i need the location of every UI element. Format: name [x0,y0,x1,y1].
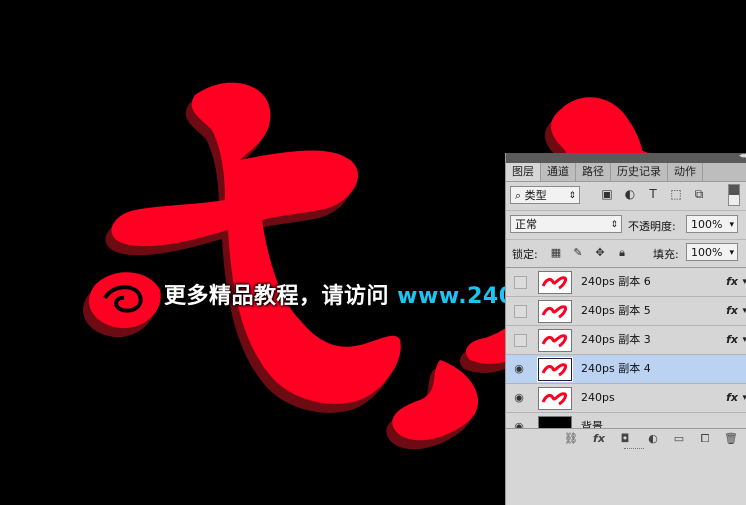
shape-filter-icon[interactable]: ⬚ [669,187,683,201]
eye-icon[interactable]: ◉ [511,390,527,406]
expand-arrow-icon[interactable]: ▾ [742,326,746,354]
resize-grip[interactable] [624,448,644,451]
blend-mode-select[interactable]: 正常 ⇕ [510,215,622,233]
panel-title-bar[interactable]: ◂◂ [506,151,746,163]
layer-row-selected[interactable]: ◉ 240ps 副本 4 [506,355,746,384]
layer-thumbnail[interactable] [538,387,572,410]
smart-object-filter-icon[interactable]: ⧉ [692,187,706,201]
layer-thumbnail[interactable] [538,329,572,352]
visibility-toggle[interactable] [514,305,527,318]
fill-label: 填充: [653,248,679,261]
new-layer-icon[interactable]: ⧠ [698,432,712,446]
opacity-field[interactable]: 100% ▾ [686,215,738,233]
toggle-knob [729,185,739,195]
lock-all-icon[interactable]: 🔒︎ [616,247,628,259]
layer-thumbnail[interactable] [538,271,572,294]
expand-arrow-icon[interactable]: ▾ [742,268,746,296]
fx-icon[interactable]: fx [726,268,738,296]
search-icon: ⌕ [515,189,522,202]
lock-transparent-icon[interactable]: ▦ [550,247,562,259]
panel-tabs: 图层 通道 路径 历史记录 动作 [506,163,746,182]
layers-panel: ◂◂ 图层 通道 路径 历史记录 动作 ⌕ 类型 ⇕ ▣ ◐ T ⬚ ⧉ 正常 … [505,151,746,505]
layer-row[interactable]: 240ps 副本 3 fx ▾ [506,326,746,355]
layers-list: 240ps 副本 6 fx ▾ 240ps 副本 5 fx ▾ 240ps 副本… [506,267,746,428]
lock-position-icon[interactable]: ✥ [594,247,606,259]
expand-arrow-icon[interactable]: ▾ [742,384,746,412]
opacity-label: 不透明度: [628,220,676,233]
watermark-prefix: 更多精品教程，请访问 [164,284,398,309]
dropdown-arrow-icon: ▾ [729,220,734,230]
tab-channels[interactable]: 通道 [541,163,576,181]
layer-thumbnail[interactable] [538,300,572,323]
blend-row: 正常 ⇕ 不透明度: 100% ▾ [506,210,746,237]
tab-paths[interactable]: 路径 [576,163,611,181]
trash-icon[interactable]: 🗑︎ [724,432,738,446]
adjustment-layer-icon[interactable]: ◐ [646,432,660,446]
add-style-icon[interactable]: fx [592,432,606,446]
panel-footer: ⛓ fx ◘ ◐ ▭ ⧠ 🗑︎ [506,428,746,451]
opacity-value: 100% [691,218,723,231]
updown-arrow-icon: ⇕ [568,191,576,201]
adjustment-filter-icon[interactable]: ◐ [623,187,637,201]
layer-name[interactable]: 240ps [581,384,615,412]
new-group-icon[interactable]: ▭ [672,432,686,446]
layer-row[interactable]: ◉ 240ps fx ▾ [506,384,746,413]
eye-icon[interactable]: ◉ [511,361,527,377]
layer-thumbnail[interactable] [538,416,572,428]
layer-name[interactable]: 240ps 副本 4 [581,355,651,383]
collapse-icon[interactable]: ◂◂ [739,151,746,161]
fill-field[interactable]: 100% ▾ [686,243,738,261]
layer-thumbnail[interactable] [537,357,573,382]
filter-type-select[interactable]: ⌕ 类型 ⇕ [510,186,580,204]
expand-arrow-icon[interactable]: ▾ [742,297,746,325]
layer-name[interactable]: 240ps 副本 5 [581,297,651,325]
link-layers-icon[interactable]: ⛓ [564,432,578,446]
type-filter-icon[interactable]: T [646,187,660,201]
fill-value: 100% [691,246,723,259]
add-mask-icon[interactable]: ◘ [618,432,632,446]
lock-row: 锁定: ▦ ✎ ✥ 🔒︎ 填充: 100% ▾ [506,239,746,266]
blend-mode-value: 正常 [515,218,537,231]
layer-row[interactable]: 240ps 副本 6 fx ▾ [506,268,746,297]
eye-icon[interactable]: ◉ [511,419,527,428]
layer-name[interactable]: 240ps 副本 3 [581,326,651,354]
tab-history[interactable]: 历史记录 [611,163,668,181]
tab-actions[interactable]: 动作 [668,163,703,181]
filter-type-label: 类型 [524,189,547,202]
fx-icon[interactable]: fx [726,326,738,354]
fx-icon[interactable]: fx [726,297,738,325]
layer-name[interactable]: 背景 [581,413,603,428]
layer-name[interactable]: 240ps 副本 6 [581,268,651,296]
fx-icon[interactable]: fx [726,384,738,412]
visibility-toggle[interactable] [514,334,527,347]
layer-row-background[interactable]: ◉ 背景 [506,413,746,428]
filter-toggle-switch[interactable] [728,184,740,206]
tab-layers[interactable]: 图层 [506,163,541,181]
lock-pixels-icon[interactable]: ✎ [572,247,584,259]
updown-arrow-icon: ⇕ [610,220,618,230]
lock-label: 锁定: [512,248,538,261]
pixel-filter-icon[interactable]: ▣ [600,187,614,201]
layer-row[interactable]: 240ps 副本 5 fx ▾ [506,297,746,326]
dropdown-arrow-icon: ▾ [729,248,734,258]
visibility-toggle[interactable] [514,276,527,289]
